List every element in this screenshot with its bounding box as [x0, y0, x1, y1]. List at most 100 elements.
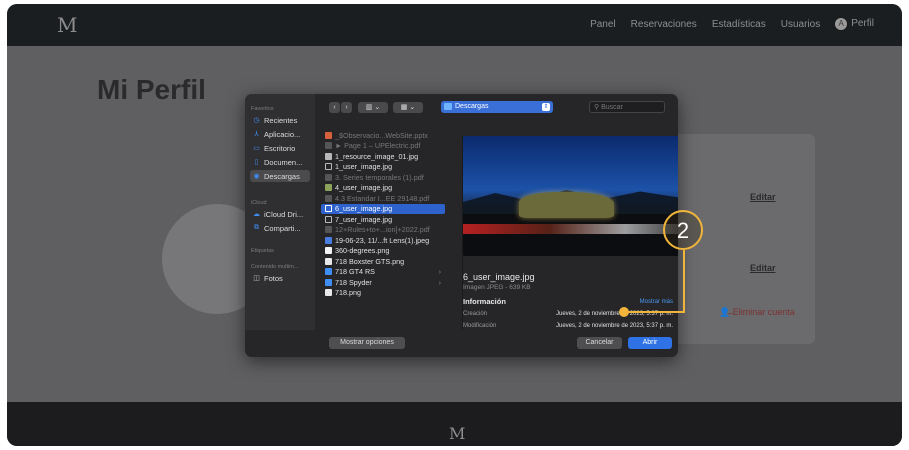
sidebar-item-documentos[interactable]: ▯ Documen... [250, 156, 310, 168]
image-file-icon [325, 205, 332, 213]
list-item[interactable]: ► Page 1 – UPElectric.pdf [321, 141, 445, 152]
file-name: 718 Boxster GTS.png [335, 256, 405, 266]
dialog-bottom-bar: Mostrar opciones Cancelar Abrir [245, 330, 678, 357]
created-label: Creación [463, 311, 488, 317]
chevron-right-icon: › [438, 277, 441, 287]
forward-button[interactable]: › [341, 102, 352, 113]
location-dropdown[interactable]: Descargas ⇕ [441, 101, 553, 113]
edit-link-1[interactable]: Editar [750, 192, 776, 202]
sidebar-item-label: Fotos [264, 273, 283, 283]
sidebar-item-descargas[interactable]: ◉ Descargas [250, 170, 310, 182]
file-name: 4.3 Estandar I...EE 29148.pdf [335, 193, 430, 203]
nav-link-reservaciones[interactable]: Reservaciones [631, 19, 697, 30]
light-trail [463, 224, 678, 234]
pdf-file-icon [325, 142, 332, 150]
list-item[interactable]: 4_user_image.jpg [321, 183, 445, 194]
folder-icon [325, 268, 332, 276]
preview-image [463, 136, 678, 256]
view-mode-button[interactable]: ▥ ⌄ [358, 102, 388, 113]
nav-links: Panel Reservaciones Estadísticas Usuario… [590, 18, 874, 30]
group-view-button[interactable]: ▦ ⌄ [393, 102, 423, 113]
sidebar-item-icloud-drive[interactable]: ☁ iCloud Dri... [250, 208, 310, 220]
list-item[interactable]: 718 Boxster GTS.png [321, 256, 445, 267]
file-name: 718 GT4 RS [335, 267, 375, 277]
file-name: 6_user_image.jpg [335, 204, 393, 214]
pptx-file-icon [325, 131, 332, 139]
file-name: 3. Series temporales (1).pdf [335, 172, 424, 182]
folder-icon [444, 103, 452, 110]
show-more-link[interactable]: Mostrar más [640, 299, 673, 305]
edit-link-2[interactable]: Editar [750, 263, 776, 273]
image-file-icon [325, 247, 332, 255]
preview-info-heading: Información [463, 297, 506, 306]
pdf-file-icon [325, 226, 332, 234]
folder-icon [325, 278, 332, 286]
document-icon: ▯ [254, 159, 259, 166]
sidebar-item-recientes[interactable]: ◷ Recientes [250, 114, 310, 126]
list-item[interactable]: 19-06-23, 11/...ft Lens(1).jpeg [321, 235, 445, 246]
file-name: _$Observacio...WebSite.pptx [335, 130, 428, 140]
search-input[interactable]: ⚲ Buscar [589, 101, 665, 113]
list-item-selected[interactable]: 6_user_image.jpg [321, 203, 445, 214]
sidebar-item-escritorio[interactable]: ▭ Escritorio [250, 142, 310, 154]
preview-modified-row: Modificación Jueves, 2 de noviembre de 2… [463, 323, 678, 329]
delete-account-button[interactable]: 👤̶ Eliminar cuenta [719, 307, 795, 318]
sidebar-item-aplicaciones[interactable]: ⅄ Aplicacio... [250, 128, 310, 140]
delete-account-label: Eliminar cuenta [732, 307, 795, 317]
sidebar-item-label: iCloud Dri... [264, 209, 304, 219]
nav-link-perfil[interactable]: A Perfil [835, 18, 874, 30]
cancel-button[interactable]: Cancelar [577, 337, 622, 349]
nav-link-panel[interactable]: Panel [590, 19, 616, 30]
back-button[interactable]: ‹ [329, 102, 340, 113]
list-item[interactable]: 1_user_image.jpg [321, 162, 445, 173]
open-button[interactable]: Abrir [628, 337, 672, 349]
list-item[interactable]: 12+Rules+to+...ion]+2022.pdf [321, 225, 445, 236]
nav-link-usuarios[interactable]: Usuarios [781, 19, 820, 30]
image-file-icon [325, 257, 332, 265]
image-file-icon [325, 289, 332, 297]
file-name: 1_user_image.jpg [335, 162, 393, 172]
avatar-icon: A [835, 18, 848, 30]
footer: M [7, 402, 902, 446]
file-name: 7_user_image.jpg [335, 214, 393, 224]
brand-logo[interactable]: M [57, 13, 78, 37]
location-label: Descargas [455, 103, 489, 110]
callout-dot [619, 307, 629, 317]
file-name: 1_resource_image_01.jpg [335, 151, 419, 161]
sidebar-item-label: Documen... [264, 157, 303, 167]
top-navbar: M Panel Reservaciones Estadísticas Usuar… [7, 4, 902, 46]
list-item[interactable]: 718.png [321, 288, 445, 299]
list-item[interactable]: 7_user_image.jpg [321, 214, 445, 225]
list-item[interactable]: 718 Spyder › [321, 277, 445, 288]
dialog-sidebar: Favoritos ◷ Recientes ⅄ Aplicacio... ▭ Escr… [245, 94, 315, 357]
dialog-toolbar: ‹ › ▥ ⌄ ▦ ⌄ Descargas ⇕ ⚲ Buscar [315, 94, 678, 120]
callout-line-horizontal [624, 311, 685, 313]
show-options-button[interactable]: Mostrar opciones [329, 337, 405, 349]
footer-logo: M [449, 424, 465, 443]
file-name: 4_user_image.jpg [335, 183, 393, 193]
list-item[interactable]: 718 GT4 RS › [321, 267, 445, 278]
preview-file-kind: Imagen JPEG - 639 KB [463, 284, 531, 291]
list-item[interactable]: 4.3 Estandar I...EE 29148.pdf [321, 193, 445, 204]
nav-link-estadisticas[interactable]: Estadísticas [712, 19, 766, 30]
apps-icon: ⅄ [254, 131, 259, 138]
image-file-icon [325, 152, 332, 160]
sidebar-item-label: Recientes [264, 115, 298, 125]
file-name: ► Page 1 – UPElectric.pdf [335, 141, 421, 151]
list-item[interactable]: 3. Series temporales (1).pdf [321, 172, 445, 183]
callout-line-vertical [683, 250, 685, 313]
file-name: 718 Spyder [335, 277, 372, 287]
list-item[interactable]: 1_resource_image_01.jpg [321, 151, 445, 162]
chevron-updown-icon: ⇕ [542, 103, 550, 111]
page-title: Mi Perfil [97, 74, 206, 105]
file-list: _$Observacio...WebSite.pptx ► Page 1 – U… [321, 130, 445, 298]
sidebar-item-compartido[interactable]: ⧉ Comparti... [250, 222, 310, 234]
clock-icon: ◷ [253, 117, 260, 124]
list-item[interactable]: _$Observacio...WebSite.pptx [321, 130, 445, 141]
sidebar-heading-icloud: iCloud [251, 200, 267, 206]
sidebar-item-fotos[interactable]: ◫ Fotos [250, 272, 310, 284]
app-frame: M Panel Reservaciones Estadísticas Usuar… [7, 4, 902, 446]
car-shape [519, 192, 614, 218]
file-open-dialog: Favoritos ◷ Recientes ⅄ Aplicacio... ▭ Escr… [245, 94, 678, 357]
list-item[interactable]: 360-degrees.png [321, 246, 445, 257]
